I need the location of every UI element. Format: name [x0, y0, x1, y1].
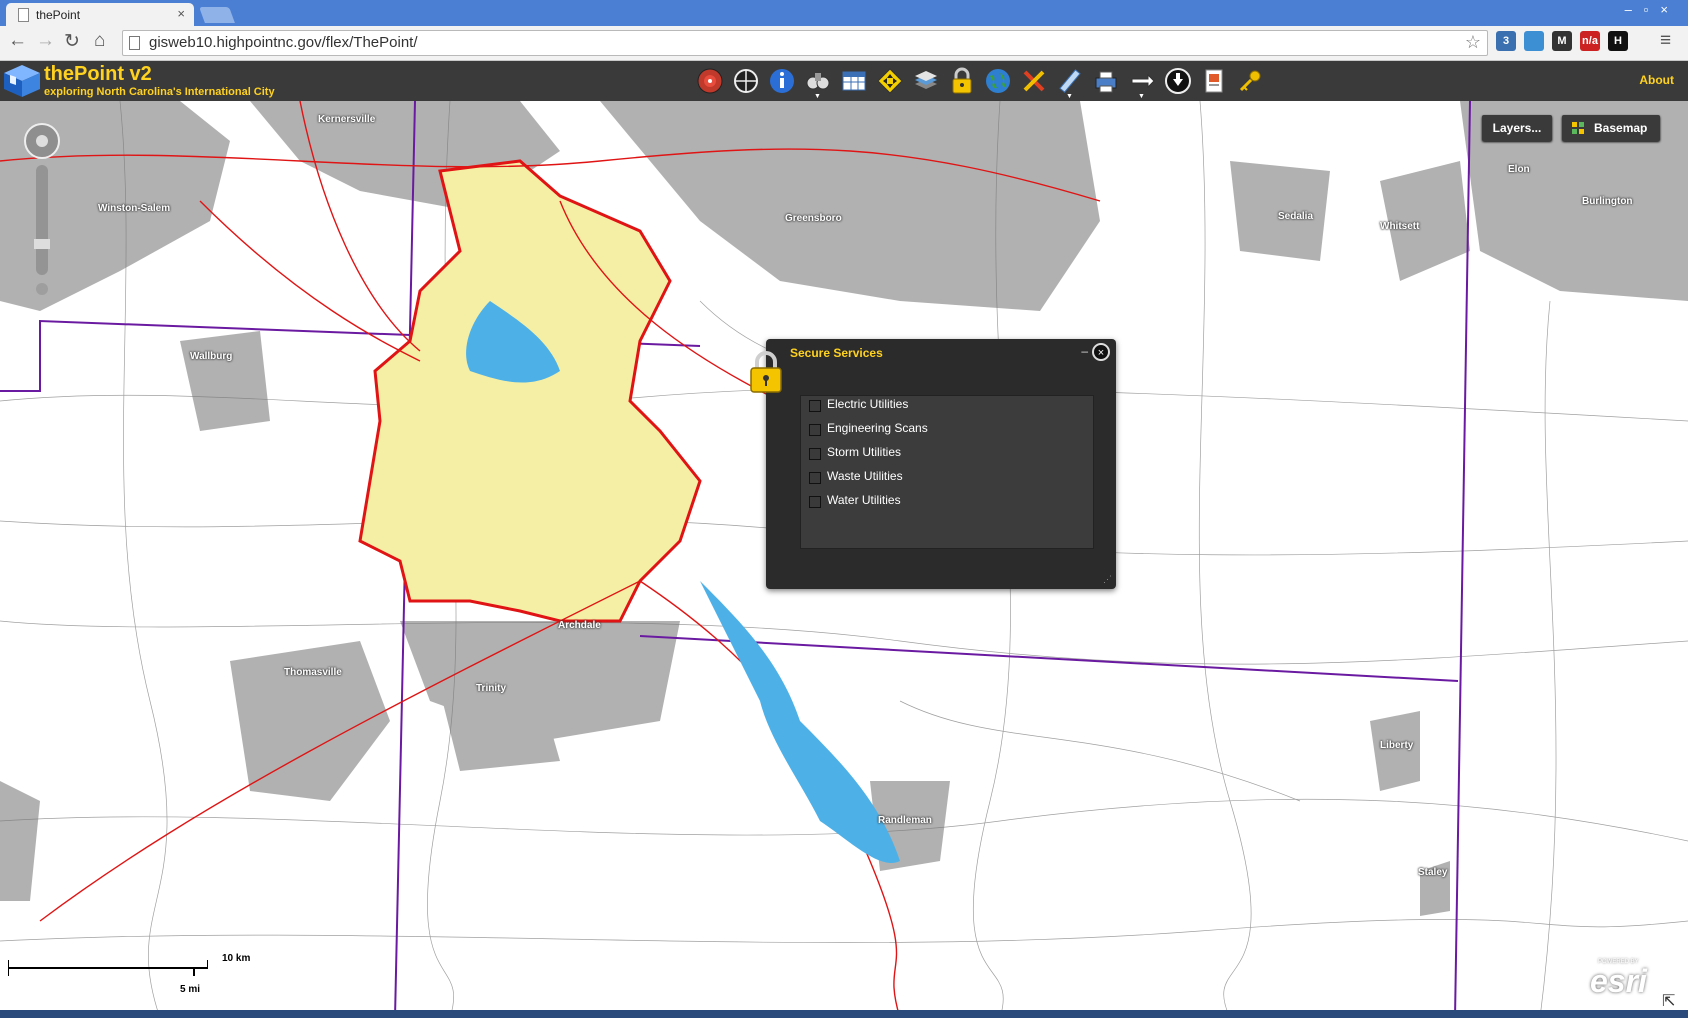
crosshair-icon[interactable] — [732, 67, 760, 95]
layers-stack-icon[interactable] — [912, 67, 940, 95]
app-subtitle: exploring North Carolina's International… — [44, 86, 275, 98]
layers-button[interactable]: Layers... — [1482, 115, 1552, 141]
town-label: Greensboro — [785, 213, 842, 224]
town-label: Kernersville — [318, 114, 376, 125]
info-icon[interactable] — [768, 67, 796, 95]
wp-extension-icon[interactable]: n/a — [1580, 31, 1600, 51]
os-taskbar — [0, 1010, 1688, 1018]
back-arrow-icon[interactable]: ← — [8, 30, 27, 52]
menu-icon[interactable]: ≡ — [1660, 30, 1671, 52]
resize-grip-icon[interactable]: ⋰ — [1103, 574, 1112, 585]
report-icon[interactable] — [1200, 67, 1228, 95]
about-link[interactable]: About — [1639, 73, 1674, 87]
checkbox[interactable] — [809, 400, 821, 412]
page-icon — [18, 8, 29, 22]
browser-tab[interactable]: thePoint × — [6, 3, 194, 26]
tab-title: thePoint — [36, 8, 81, 22]
map-navigation-control[interactable] — [22, 121, 62, 301]
scale-km-label: 10 km — [222, 953, 251, 964]
window-controls[interactable]: –▫× — [1625, 2, 1680, 17]
lock-icon[interactable] — [948, 67, 976, 95]
home-icon[interactable]: ⌂ — [94, 30, 105, 52]
minimize-icon[interactable]: – — [1081, 344, 1088, 358]
resize-handle-icon[interactable]: ⇱ — [1662, 991, 1682, 1011]
town-label: Sedalia — [1278, 211, 1314, 222]
panel-lock-icon — [750, 351, 782, 393]
bookmark-star-icon[interactable]: ☆ — [1465, 32, 1481, 53]
move-arrows-icon[interactable] — [876, 67, 904, 95]
checkbox[interactable] — [809, 424, 821, 436]
checkbox[interactable] — [809, 472, 821, 484]
reload-icon[interactable]: ↻ — [64, 30, 80, 53]
page-icon — [129, 36, 140, 50]
app-header: thePoint v2 exploring North Carolina's I… — [0, 61, 1688, 102]
panel-title: Secure Services — [790, 346, 883, 360]
binoculars-icon[interactable]: ▼ — [804, 67, 832, 100]
app-title: thePoint v2 — [44, 63, 152, 85]
logo-cube-icon — [4, 65, 40, 97]
basemap-button[interactable]: Basemap — [1562, 115, 1660, 141]
town-label: Trinity — [476, 683, 507, 694]
tools-icon[interactable] — [1020, 67, 1048, 95]
browser-toolbar: ← → ↻ ⌂ gisweb10.highpointnc.gov/flex/Th… — [0, 26, 1688, 61]
new-tab-button[interactable] — [199, 7, 235, 23]
town-label: Archdale — [558, 620, 601, 631]
pointer-hand-icon[interactable]: ▼ — [1128, 67, 1156, 100]
globe-icon[interactable] — [984, 67, 1012, 95]
esri-logo: POWERED BY esri — [1590, 959, 1647, 999]
key-icon[interactable] — [1236, 67, 1264, 95]
services-list: Electric Utilities Engineering Scans Sto… — [800, 395, 1094, 549]
puzzle-extension-icon[interactable] — [1524, 31, 1544, 51]
close-tab-icon[interactable]: × — [177, 6, 185, 21]
town-label: Liberty — [1380, 740, 1414, 751]
town-label: Burlington — [1582, 196, 1633, 207]
print-icon[interactable] — [1092, 67, 1120, 95]
m-extension-icon[interactable]: M — [1552, 31, 1572, 51]
url-text[interactable]: gisweb10.highpointnc.gov/flex/ThePoint/ — [149, 34, 418, 51]
basemap-label: Basemap — [1594, 121, 1648, 135]
measure-icon[interactable]: ▼ — [1056, 67, 1084, 100]
close-icon[interactable]: × — [1092, 343, 1110, 361]
town-label: Whitsett — [1380, 221, 1420, 232]
magnifier-badge-icon[interactable]: 3 — [1496, 31, 1516, 51]
town-label: Randleman — [878, 815, 932, 826]
town-label: Thomasville — [284, 667, 342, 678]
scale-mi-label: 5 mi — [180, 984, 201, 995]
checkbox[interactable] — [809, 496, 821, 508]
town-label: Elon — [1508, 164, 1530, 175]
checkbox[interactable] — [809, 448, 821, 460]
browser-tab-strip: thePoint × –▫× — [0, 0, 1688, 26]
town-label: Wallburg — [190, 351, 233, 362]
secure-services-panel: Secure Services – × Electric Utilities E… — [766, 339, 1116, 589]
scale-bar — [8, 960, 208, 976]
h-extension-icon[interactable]: H — [1608, 31, 1628, 51]
town-label: Staley — [1418, 867, 1448, 878]
address-bar[interactable]: gisweb10.highpointnc.gov/flex/ThePoint/ … — [122, 30, 1488, 56]
town-label: Winston-Salem — [98, 203, 171, 214]
download-icon[interactable] — [1164, 67, 1192, 95]
table-icon[interactable] — [840, 67, 868, 95]
forward-arrow-icon[interactable]: → — [36, 30, 55, 52]
basemap-grid-icon — [1572, 122, 1584, 134]
bullseye-icon[interactable] — [696, 67, 724, 95]
